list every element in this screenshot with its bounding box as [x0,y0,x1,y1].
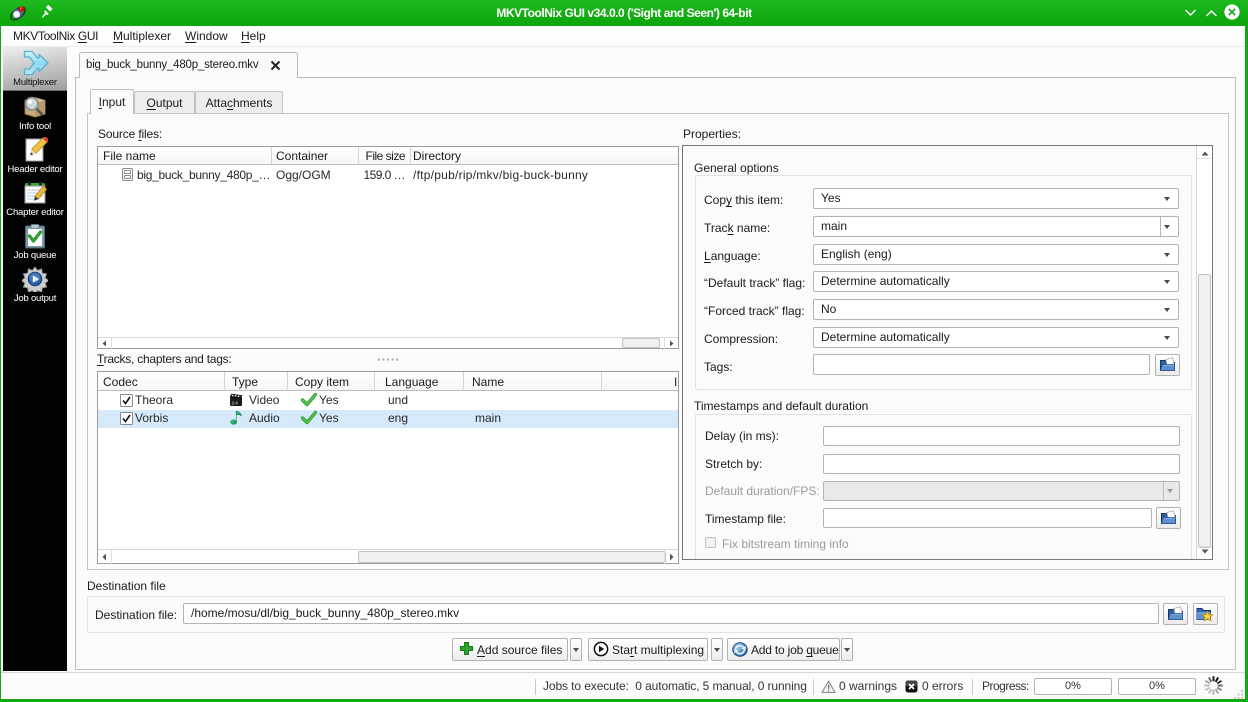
svg-text:2:4: 2:4 [232,401,239,406]
